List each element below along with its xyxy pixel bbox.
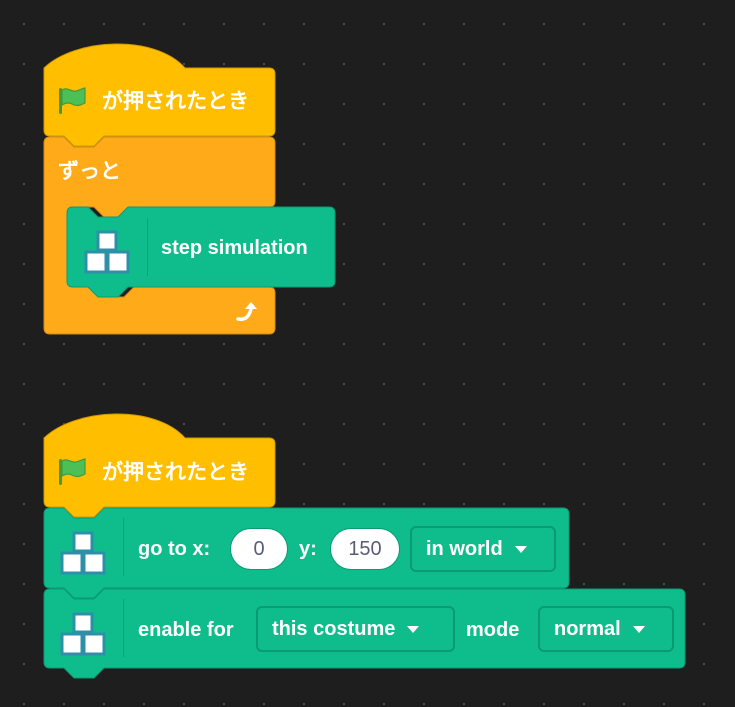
mode-dropdown-value: normal <box>554 617 621 640</box>
space-dropdown[interactable]: in world <box>410 526 556 572</box>
chevron-down-icon <box>514 545 527 553</box>
y-value-text: 150 <box>348 537 382 560</box>
target-dropdown[interactable]: this costume <box>256 606 455 652</box>
y-value-input[interactable]: 150 <box>330 528 400 570</box>
code-workspace[interactable]: が押されたとき ずっと step simulation が押されたとき go t… <box>0 0 735 707</box>
space-dropdown-value: in world <box>426 537 503 560</box>
chevron-down-icon <box>407 625 420 633</box>
x-value-input[interactable]: 0 <box>230 528 288 570</box>
when-flag-clicked-hat-block-2[interactable] <box>0 0 300 520</box>
target-dropdown-value: this costume <box>272 617 396 640</box>
x-value-text: 0 <box>253 537 265 560</box>
script-2: が押されたとき go to x: 0 y: 150 in world enabl… <box>0 0 735 707</box>
chevron-down-icon <box>632 625 645 633</box>
mode-dropdown[interactable]: normal <box>538 606 674 652</box>
